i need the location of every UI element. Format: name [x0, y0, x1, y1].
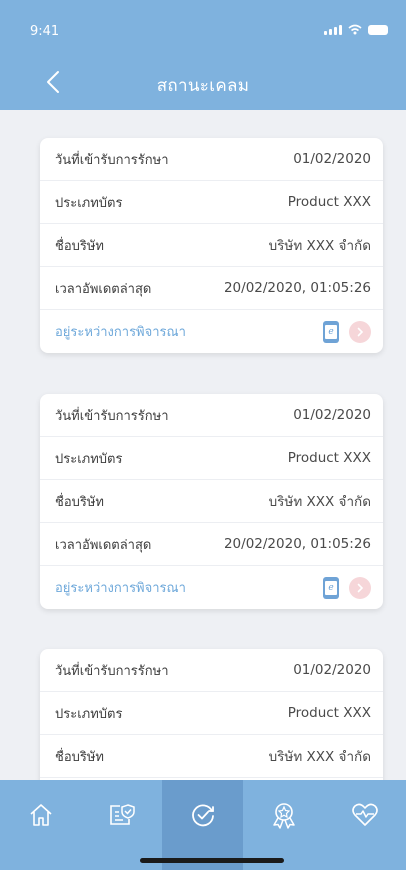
nav-policy[interactable] — [81, 780, 162, 870]
award-icon — [272, 803, 295, 829]
home-indicator — [140, 858, 284, 863]
nav-claim-status[interactable] — [162, 780, 243, 870]
claim-status-text: อยู่ระหว่างการพิจารณา — [55, 325, 186, 340]
signal-icon — [324, 24, 342, 35]
battery-icon — [368, 24, 388, 35]
nav-health[interactable] — [324, 780, 405, 870]
claim-status-icon — [191, 804, 214, 827]
row-status: อยู่ระหว่างการพิจารณา e — [40, 566, 383, 609]
row-label: วันที่เข้ารับการรักษา — [55, 152, 169, 168]
row-company: ชื่อบริษัท บริษัท XXX จำกัด — [40, 735, 383, 778]
app-header: 9:41 สถานะเคลม — [0, 0, 406, 110]
e-document-phone-icon[interactable]: e — [323, 320, 339, 343]
row-label: เวลาอัพเดตล่าสุด — [55, 537, 152, 553]
row-card-type: ประเภทบัตร Product XXX — [40, 437, 383, 480]
row-last-update: เวลาอัพเดตล่าสุด 20/02/2020, 01:05:26 — [40, 523, 383, 566]
policy-check-icon — [109, 804, 135, 825]
row-company: ชื่อบริษัท บริษัท XXX จำกัด — [40, 480, 383, 523]
row-card-type: ประเภทบัตร Product XXX — [40, 181, 383, 224]
row-label: ชื่อบริษัท — [55, 494, 105, 510]
row-last-update: เวลาอัพเดตล่าสุด 20/02/2020, 01:05:26 — [40, 267, 383, 310]
row-label: ประเภทบัตร — [55, 706, 123, 722]
detail-arrow-icon[interactable] — [349, 320, 371, 343]
row-status: อยู่ระหว่างการพิจารณา e — [40, 310, 383, 353]
wifi-icon — [348, 24, 362, 35]
page-title: สถานะเคลม — [156, 76, 250, 96]
row-treatment-date: วันที่เข้ารับการรักษา 01/02/2020 — [40, 394, 383, 437]
row-label: ชื่อบริษัท — [55, 749, 105, 765]
claim-card[interactable]: วันที่เข้ารับการรักษา 01/02/2020 ประเภทบ… — [40, 394, 383, 609]
claim-card[interactable]: วันที่เข้ารับการรักษา 01/02/2020 ประเภทบ… — [40, 138, 383, 353]
row-label: วันที่เข้ารับการรักษา — [55, 663, 169, 679]
row-card-type: ประเภทบัตร Product XXX — [40, 692, 383, 735]
row-value: 01/02/2020 — [293, 407, 371, 423]
claim-status-text: อยู่ระหว่างการพิจารณา — [55, 581, 186, 596]
row-label: เวลาอัพเดตล่าสุด — [55, 281, 152, 297]
row-label: ประเภทบัตร — [55, 451, 123, 467]
row-company: ชื่อบริษัท บริษัท XXX จำกัด — [40, 224, 383, 267]
row-value: 01/02/2020 — [293, 662, 371, 678]
detail-arrow-icon[interactable] — [349, 576, 371, 599]
nav-home[interactable] — [0, 780, 81, 870]
row-value: บริษัท XXX จำกัด — [268, 494, 371, 510]
status-time: 9:41 — [30, 24, 60, 39]
row-value: Product XXX — [287, 194, 371, 210]
claims-list[interactable]: วันที่เข้ารับการรักษา 01/02/2020 ประเภทบ… — [0, 110, 406, 780]
status-icons — [324, 24, 388, 35]
row-value: Product XXX — [287, 705, 371, 721]
nav-rewards[interactable] — [243, 780, 324, 870]
bottom-nav — [0, 780, 406, 870]
row-label: ชื่อบริษัท — [55, 238, 105, 254]
row-label: ประเภทบัตร — [55, 195, 123, 211]
row-value: 20/02/2020, 01:05:26 — [223, 536, 371, 552]
e-document-phone-icon[interactable]: e — [323, 576, 339, 599]
row-label: วันที่เข้ารับการรักษา — [55, 408, 169, 424]
claim-card[interactable]: วันที่เข้ารับการรักษา 01/02/2020 ประเภทบ… — [40, 649, 383, 780]
row-value: 01/02/2020 — [293, 151, 371, 167]
health-heart-icon — [351, 803, 378, 826]
row-value: บริษัท XXX จำกัด — [268, 749, 371, 765]
row-treatment-date: วันที่เข้ารับการรักษา 01/02/2020 — [40, 649, 383, 692]
row-value: 20/02/2020, 01:05:26 — [223, 280, 371, 296]
row-value: บริษัท XXX จำกัด — [268, 238, 371, 254]
row-treatment-date: วันที่เข้ารับการรักษา 01/02/2020 — [40, 138, 383, 181]
home-icon — [29, 804, 52, 826]
row-value: Product XXX — [287, 450, 371, 466]
